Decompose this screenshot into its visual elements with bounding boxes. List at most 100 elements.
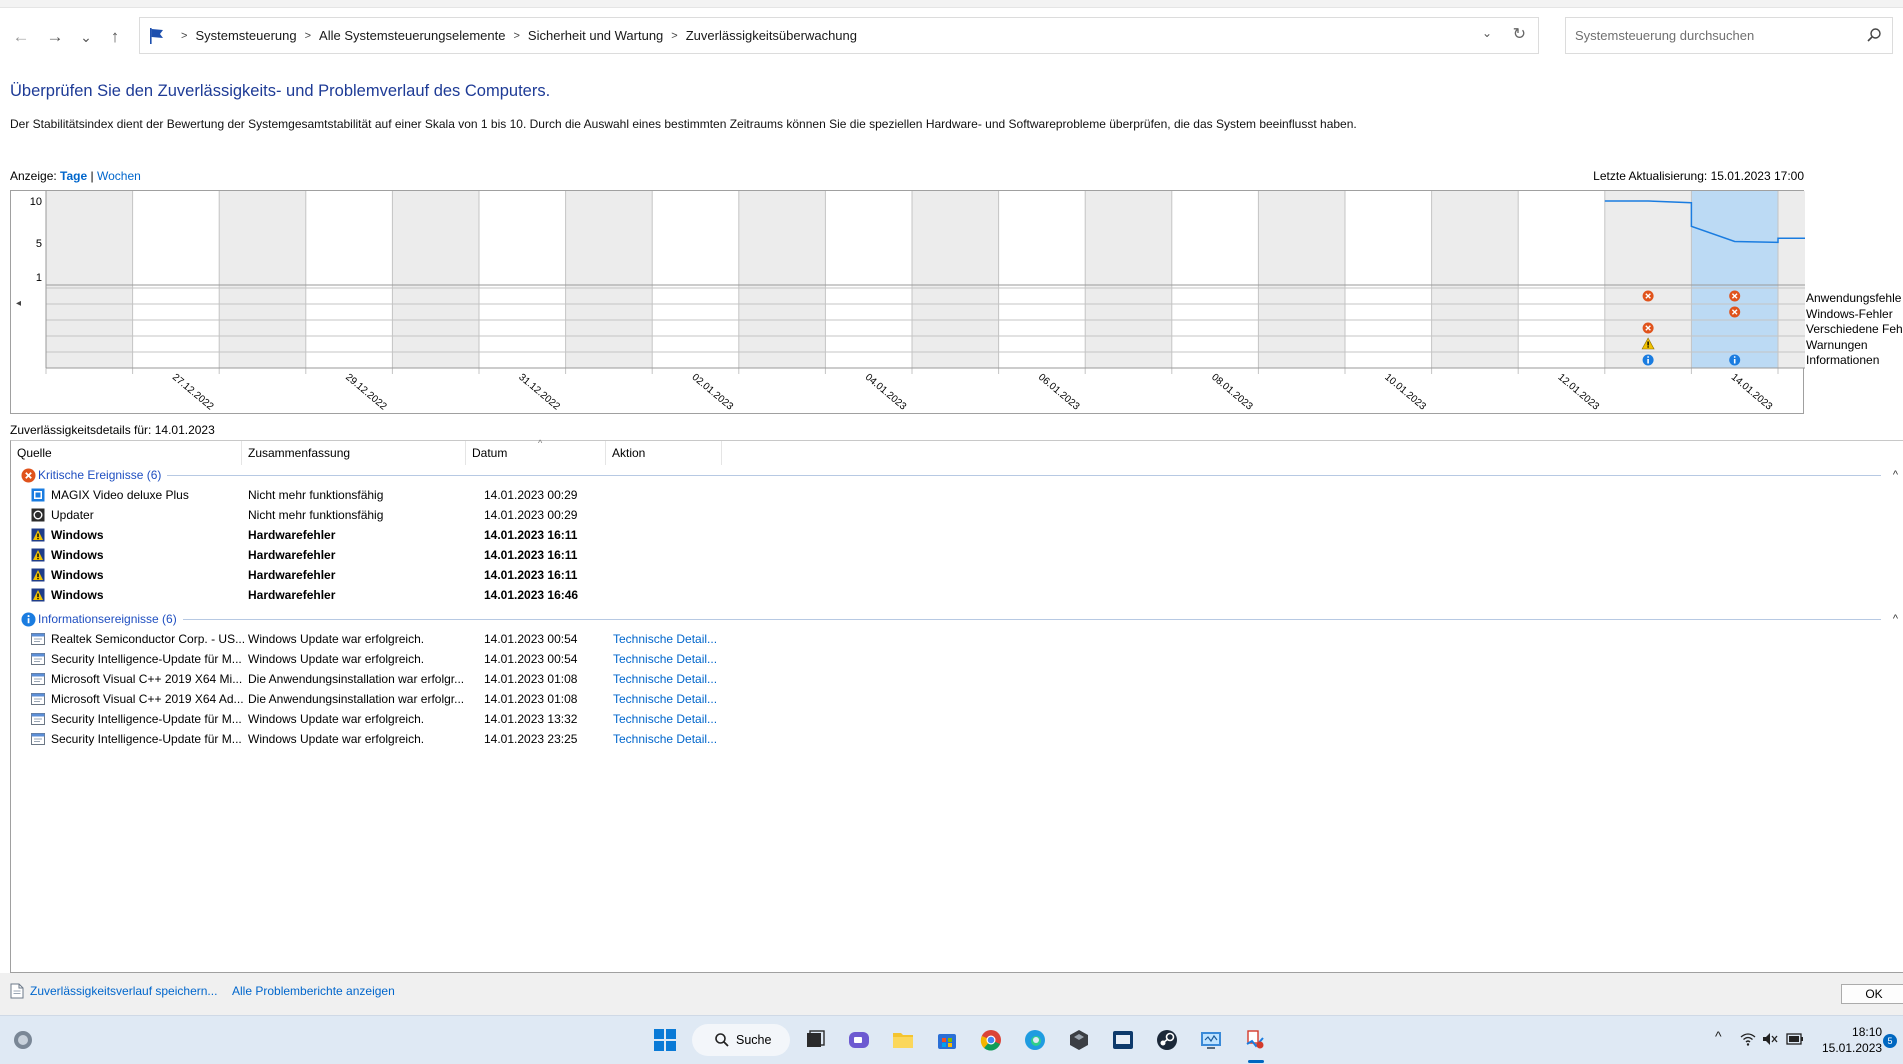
group-title: Informationsereignisse (6) [38,612,177,626]
x-tick-label: 27.12.2022 [170,372,216,413]
x-tick-label: 06.01.2023 [1036,372,1082,413]
widgets-icon[interactable] [8,1025,38,1055]
update-icon [31,693,45,705]
row-source: Windows [51,568,104,582]
row-summary: Windows Update war erfolgreich. [248,712,425,726]
list-item[interactable]: Security Intelligence-Update für M... Win… [11,649,1011,669]
row-date: 14.01.2023 16:11 [484,548,578,562]
day-column [392,191,479,368]
info-icon [21,612,36,626]
list-item[interactable]: Windows Hardwarefehler 14.01.2023 16:11 [11,545,1011,565]
back-button[interactable]: ← [8,24,34,50]
update-icon [31,733,45,745]
list-item[interactable]: Security Intelligence-Update für M... Win… [11,729,1011,749]
list-item[interactable]: Windows Hardwarefehler 14.01.2023 16:11 [11,525,1011,545]
show-all-reports-link[interactable]: Alle Problemberichte anzeigen [232,984,395,998]
view-days-link[interactable]: Tage [60,169,87,183]
recent-locations-button[interactable]: ⌄ [73,24,99,50]
list-item[interactable]: MAGIX Video deluxe Plus Nicht mehr funkti… [11,485,1011,505]
breadcrumb-alle-elemente[interactable]: Alle Systemsteuerungselemente [319,28,505,43]
row-action[interactable]: Technische Detail... [613,652,717,666]
row-action[interactable]: Technische Detail... [613,732,717,746]
volume-muted-icon[interactable] [1762,1032,1778,1046]
search-icon[interactable] [1866,27,1882,43]
file-explorer-icon[interactable] [888,1025,918,1055]
list-item[interactable]: Windows Hardwarefehler 14.01.2023 16:11 [11,565,1011,585]
battery-icon[interactable] [1786,1032,1804,1046]
ok-button[interactable]: OK [1841,984,1903,1004]
wifi-icon[interactable] [1740,1032,1756,1046]
row-date: 14.01.2023 23:25 [484,732,578,746]
taskbar-search[interactable]: Suche [692,1024,790,1056]
column-header-action[interactable]: Aktion [606,441,722,465]
day-column [738,191,826,368]
list-item[interactable]: Security Intelligence-Update für M... Win… [11,709,1011,729]
steam-icon[interactable] [1152,1025,1182,1055]
list-item[interactable]: Microsoft Visual C++ 2019 X64 Ad... Die A… [11,689,1011,709]
column-header-source[interactable]: Quelle [11,441,242,465]
taskbar-clock[interactable]: 18:10 15.01.2023 [1822,1024,1882,1056]
list-item[interactable]: Microsoft Visual C++ 2019 X64 Mi... Die A… [11,669,1011,689]
warning-marker-dot [1647,346,1649,348]
row-source: Windows [51,588,104,602]
day-column [1431,191,1519,368]
event-row-label: Anwendungsfehle [1806,291,1902,305]
row-summary: Hardwarefehler [248,528,336,542]
view-weeks-link[interactable]: Wochen [97,169,141,183]
info-marker-dot [1733,356,1736,358]
row-summary: Windows Update war erfolgreich. [248,632,425,646]
list-item[interactable]: Updater Nicht mehr funktionsfähig 14.01.20… [11,505,1011,525]
save-history-link[interactable]: Zuverlässigkeitsverlauf speichern... [30,984,217,998]
row-source: Security Intelligence-Update für M... [51,712,242,726]
show-hidden-icons-icon[interactable]: ^ [1715,1028,1722,1044]
reliability-monitor-taskbar-icon[interactable] [1240,1025,1270,1055]
edge-icon[interactable] [1020,1025,1050,1055]
row-summary: Die Anwendungsinstallation war erfolgr..… [248,672,465,686]
breadcrumb-zuverlaessigkeit[interactable]: Zuverlässigkeitsüberwachung [686,28,857,43]
refresh-icon[interactable]: ↻ [1513,24,1526,44]
collapse-group-icon[interactable]: ^ [1893,613,1898,625]
terminal-app-icon[interactable] [1108,1025,1138,1055]
search-box[interactable] [1565,17,1893,54]
event-row-label: Windows-Fehler [1806,306,1893,321]
up-button[interactable]: ↑ [102,24,128,50]
row-action[interactable]: Technische Detail... [613,712,717,726]
breadcrumb-sicherheit-wartung[interactable]: Sicherheit und Wartung [528,28,663,43]
task-view-icon[interactable] [800,1025,830,1055]
app-cube-icon[interactable] [1064,1025,1094,1055]
search-input[interactable] [1575,28,1855,43]
address-dropdown-icon[interactable]: ⌄ [1482,26,1492,40]
group-information-events[interactable]: Informationsereignisse (6) ^ [11,609,1903,629]
scroll-left-icon[interactable]: ◂ [16,298,21,309]
teams-chat-icon[interactable] [844,1025,874,1055]
start-icon[interactable] [650,1025,680,1055]
collapse-group-icon[interactable]: ^ [1893,469,1898,481]
error-icon [21,468,36,482]
selected-day-column [1691,191,1778,368]
forward-button[interactable]: → [42,24,68,50]
reliability-details-list[interactable]: Quelle Zusammenfassung Datum ^ Aktion Kr… [10,438,1903,973]
column-header-summary[interactable]: Zusammenfassung [242,441,466,465]
hardware-icon [31,588,45,602]
group-critical-events[interactable]: Kritische Ereignisse (6) ^ [11,465,1903,485]
row-date: 14.01.2023 00:29 [484,488,578,502]
row-action[interactable]: Technische Detail... [613,692,717,706]
reliability-chart[interactable]: 1051◂▸27.12.202229.12.202231.12.202202.0… [10,190,1805,414]
store-icon[interactable] [932,1025,962,1055]
breadcrumb-systemsteuerung[interactable]: Systemsteuerung [195,28,296,43]
row-action[interactable]: Technische Detail... [613,632,717,646]
clock-date: 15.01.2023 [1822,1041,1883,1055]
chrome-icon[interactable] [976,1025,1006,1055]
navigation-bar: ← → ⌄ ↑ > Systemsteuerung > Alle Systems… [0,8,1903,60]
column-header-date[interactable]: Datum [466,441,606,465]
notification-badge[interactable]: 5 [1883,1034,1897,1048]
list-item[interactable]: Realtek Semiconductor Corp. - US... Windo… [11,629,1011,649]
row-source: Updater [51,508,94,522]
day-column [46,191,133,368]
control-panel-icon[interactable] [1196,1025,1226,1055]
list-item[interactable]: Windows Hardwarefehler 14.01.2023 16:46 [11,585,1011,605]
day-column [1085,191,1172,368]
row-source: Windows [51,528,104,542]
address-bar[interactable]: > Systemsteuerung > Alle Systemsteuerung… [139,17,1539,54]
row-action[interactable]: Technische Detail... [613,672,717,686]
